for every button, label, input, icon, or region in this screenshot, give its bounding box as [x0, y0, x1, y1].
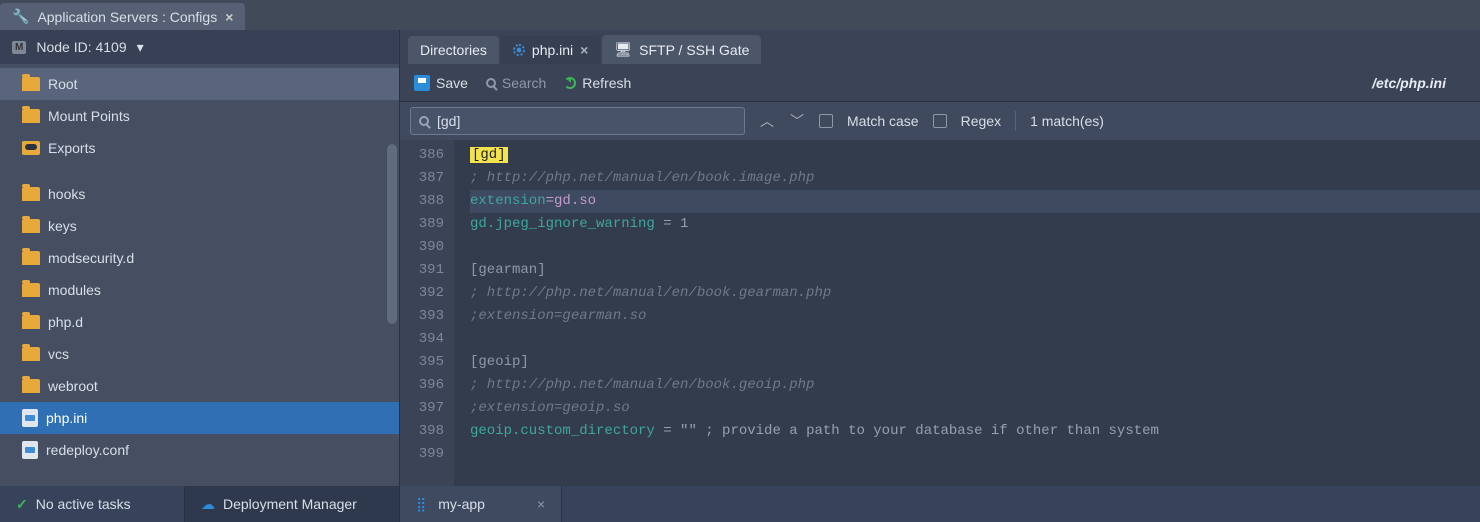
- status-deployment[interactable]: ☁ Deployment Manager: [185, 486, 400, 522]
- match-case-checkbox[interactable]: [819, 114, 833, 128]
- find-bar: ︿ ﹀ Match case Regex 1 match(es): [400, 102, 1480, 140]
- folder-icon: [22, 379, 40, 393]
- scrollbar-thumb[interactable]: [387, 144, 397, 324]
- tab-directories-label: Directories: [420, 42, 487, 58]
- folder-icon: [22, 315, 40, 329]
- chevron-down-icon: ▾: [137, 39, 144, 56]
- folder-icon: [22, 283, 40, 297]
- check-icon: ✓: [16, 496, 28, 513]
- tab-sftp[interactable]: 🖥 SFTP / SSH Gate: [602, 35, 761, 64]
- tree-item[interactable]: vcs: [0, 338, 399, 370]
- find-next-button[interactable]: ﹀: [789, 113, 805, 129]
- find-input[interactable]: [437, 113, 736, 129]
- file-tree[interactable]: Root Mount Points Exports hooks keys modsecur…: [0, 64, 399, 486]
- app-icon: ⣿: [416, 496, 426, 513]
- folder-icon: [22, 251, 40, 265]
- close-icon[interactable]: ×: [580, 42, 588, 58]
- tab-directories[interactable]: Directories: [408, 36, 499, 64]
- tree-item[interactable]: hooks: [0, 178, 399, 210]
- window-tab-configs[interactable]: 🔧 Application Servers : Configs ×: [0, 3, 245, 30]
- line-gutter: 3863873883893903913923933943953963973983…: [400, 140, 454, 486]
- save-label: Save: [436, 75, 468, 91]
- tree-item[interactable]: webroot: [0, 370, 399, 402]
- status-app-tab[interactable]: ⣿ my-app ×: [400, 486, 562, 522]
- tree-item[interactable]: keys: [0, 210, 399, 242]
- folder-icon: [22, 187, 40, 201]
- tree-item[interactable]: Exports: [0, 132, 399, 164]
- file-icon: [22, 409, 38, 427]
- sidebar: M Node ID: 4109 ▾ Root Mount Points Export…: [0, 30, 400, 486]
- window-tab-bar: 🔧 Application Servers : Configs ×: [0, 0, 1480, 30]
- tree-item[interactable]: Root: [0, 68, 399, 100]
- tree-item-label: webroot: [48, 378, 98, 394]
- file-path: /etc/php.ini: [1372, 75, 1466, 91]
- node-header[interactable]: M Node ID: 4109 ▾: [0, 30, 399, 64]
- app-name: my-app: [438, 496, 485, 512]
- refresh-button[interactable]: Refresh: [564, 75, 631, 91]
- tree-item-label: keys: [48, 218, 77, 234]
- tab-sftp-label: SFTP / SSH Gate: [639, 42, 749, 58]
- editor-panel: Directories php.ini × 🖥 SFTP / SSH Gate …: [400, 30, 1480, 486]
- tree-item-label: Root: [48, 76, 78, 92]
- regex-checkbox[interactable]: [933, 114, 947, 128]
- close-icon[interactable]: ×: [537, 496, 545, 512]
- node-id-label: Node ID: 4109: [36, 39, 126, 55]
- tree-item[interactable]: modules: [0, 274, 399, 306]
- tree-item-label: redeploy.conf: [46, 442, 129, 458]
- deploy-label: Deployment Manager: [223, 496, 357, 512]
- folder-icon: [22, 219, 40, 233]
- editor-tabs: Directories php.ini × 🖥 SFTP / SSH Gate: [400, 30, 1480, 64]
- tab-phpini-label: php.ini: [532, 42, 573, 58]
- tree-item-label: Mount Points: [48, 108, 130, 124]
- file-icon: [22, 441, 38, 459]
- folder-icon: [22, 77, 40, 91]
- close-icon[interactable]: ×: [225, 9, 233, 25]
- window-tab-title: Application Servers : Configs: [37, 9, 217, 25]
- tree-item-label: modules: [48, 282, 101, 298]
- search-button[interactable]: Search: [486, 75, 546, 91]
- refresh-icon: [564, 77, 576, 89]
- tree-item[interactable]: redeploy.conf: [0, 434, 399, 466]
- folder-icon: [22, 347, 40, 361]
- save-icon: [414, 75, 430, 91]
- link-icon: [22, 141, 40, 155]
- status-tasks[interactable]: ✓ No active tasks: [0, 486, 185, 522]
- main-area: M Node ID: 4109 ▾ Root Mount Points Export…: [0, 30, 1480, 486]
- tree-item[interactable]: php.ini: [0, 402, 399, 434]
- find-prev-button[interactable]: ︿: [759, 113, 775, 129]
- tree-item-label: hooks: [48, 186, 85, 202]
- tasks-label: No active tasks: [36, 496, 131, 512]
- editor-toolbar: Save Search Refresh /etc/php.ini: [400, 64, 1480, 102]
- m-badge-icon: M: [12, 41, 26, 54]
- search-label: Search: [502, 75, 546, 91]
- tree-item-label: vcs: [48, 346, 69, 362]
- tree-item-label: Exports: [48, 140, 95, 156]
- tree-item[interactable]: Mount Points: [0, 100, 399, 132]
- tab-phpini[interactable]: php.ini ×: [501, 36, 600, 64]
- cloud-icon: ☁: [201, 496, 215, 513]
- match-case-label: Match case: [847, 113, 919, 129]
- gear-icon: [513, 44, 525, 56]
- tree-item-label: php.ini: [46, 410, 87, 426]
- tree-item[interactable]: modsecurity.d: [0, 242, 399, 274]
- find-input-wrapper: [410, 107, 745, 135]
- code-content[interactable]: [gd]; http://php.net/manual/en/book.imag…: [454, 140, 1480, 486]
- refresh-label: Refresh: [582, 75, 631, 91]
- tree-item[interactable]: php.d: [0, 306, 399, 338]
- regex-label: Regex: [961, 113, 1001, 129]
- wrench-icon: 🔧: [12, 8, 29, 25]
- tree-item-label: php.d: [48, 314, 83, 330]
- match-count: 1 match(es): [1030, 113, 1104, 129]
- tree-item-label: modsecurity.d: [48, 250, 134, 266]
- status-bar: ✓ No active tasks ☁ Deployment Manager ⣿…: [0, 486, 1480, 522]
- search-icon: [419, 116, 429, 126]
- folder-icon: [22, 109, 40, 123]
- search-icon: [486, 78, 496, 88]
- terminal-icon: 🖥: [614, 41, 632, 58]
- code-editor[interactable]: 3863873883893903913923933943953963973983…: [400, 140, 1480, 486]
- save-button[interactable]: Save: [414, 75, 468, 91]
